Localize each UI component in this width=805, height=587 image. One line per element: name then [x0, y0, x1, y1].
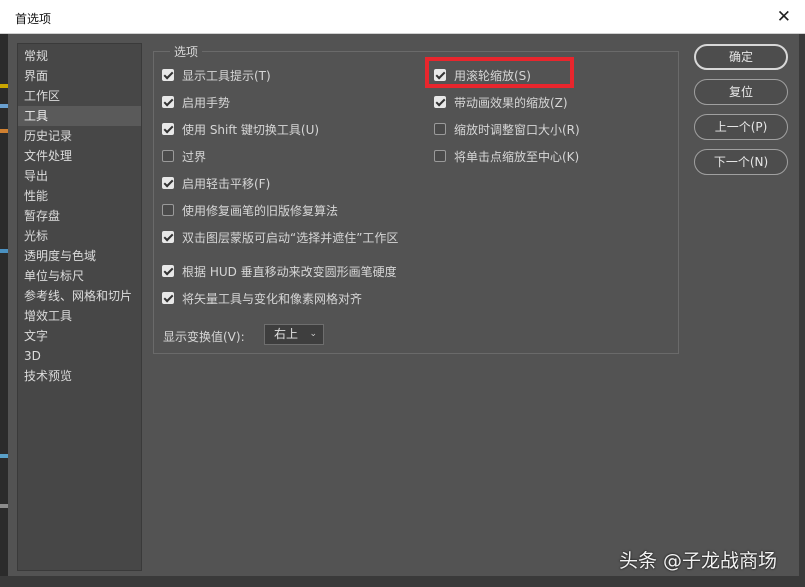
checkbox-box[interactable] — [162, 177, 174, 189]
close-icon[interactable]: ✕ — [777, 7, 791, 27]
checkbox-box[interactable] — [162, 292, 174, 304]
checkbox-label: 将矢量工具与变化和像素网格对齐 — [182, 291, 363, 306]
sidebar-item-interface[interactable]: 界面 — [18, 66, 141, 86]
checkbox-hud-brush-hardness[interactable]: 根据 HUD 垂直移动来改变圆形画笔硬度 — [162, 262, 397, 280]
sidebar-item-tools[interactable]: 工具 — [18, 106, 141, 126]
options-group-label: 选项 — [170, 43, 203, 60]
sidebar-item-performance[interactable]: 性能 — [18, 186, 141, 206]
sidebar-item-history[interactable]: 历史记录 — [18, 126, 141, 146]
checkbox-label: 带动画效果的缩放(Z) — [454, 95, 568, 110]
sidebar-item-plugins[interactable]: 增效工具 — [18, 306, 141, 326]
checkbox-zoom-resize-windows[interactable]: 缩放时调整窗口大小(R) — [434, 120, 580, 138]
checkbox-box[interactable] — [434, 150, 446, 162]
checkbox-animated-zoom[interactable]: 带动画效果的缩放(Z) — [434, 93, 568, 111]
checkbox-label: 启用轻击平移(F) — [182, 176, 271, 191]
background-strip-left — [0, 34, 8, 587]
checkbox-overscroll[interactable]: 过界 — [162, 147, 206, 165]
checkbox-box[interactable] — [162, 123, 174, 135]
checkbox-box[interactable] — [162, 265, 174, 277]
checkbox-box[interactable] — [434, 69, 446, 81]
checkbox-box[interactable] — [162, 231, 174, 243]
background-strip-bottom — [0, 576, 805, 587]
sidebar-item-file-handling[interactable]: 文件处理 — [18, 146, 141, 166]
next-button[interactable]: 下一个(N) — [694, 149, 788, 175]
checkbox-label: 显示工具提示(T) — [182, 68, 271, 83]
checkbox-label: 将单击点缩放至中心(K) — [454, 149, 580, 164]
sidebar-item-export[interactable]: 导出 — [18, 166, 141, 186]
checkbox-shift-switch-tools[interactable]: 使用 Shift 键切换工具(U) — [162, 120, 319, 138]
sidebar-item-units-rulers[interactable]: 单位与标尺 — [18, 266, 141, 286]
transform-values-select[interactable]: 右上 ⌄ — [264, 324, 324, 345]
ok-button[interactable]: 确定 — [694, 44, 788, 70]
checkbox-box[interactable] — [434, 96, 446, 108]
checkbox-label: 使用修复画笔的旧版修复算法 — [182, 203, 339, 218]
checkbox-select-and-mask[interactable]: 双击图层蒙版可启动“选择并遮住”工作区 — [162, 228, 398, 246]
checkbox-box[interactable] — [162, 204, 174, 216]
sidebar-item-3d[interactable]: 3D — [18, 346, 141, 366]
checkbox-snap-vector-tools[interactable]: 将矢量工具与变化和像素网格对齐 — [162, 289, 362, 307]
select-value: 右上 — [274, 327, 299, 341]
title-bar: 首选项 ✕ — [0, 0, 805, 34]
sidebar-item-tech-preview[interactable]: 技术预览 — [18, 366, 141, 386]
sidebar-item-guides-grid[interactable]: 参考线、网格和切片 — [18, 286, 141, 306]
sidebar-item-type[interactable]: 文字 — [18, 326, 141, 346]
checkbox-box[interactable] — [162, 96, 174, 108]
checkbox-enable-gestures[interactable]: 启用手势 — [162, 93, 230, 111]
category-list: 常规 界面 工作区 工具 历史记录 文件处理 导出 性能 暂存盘 光标 透明度与… — [17, 43, 142, 571]
sidebar-item-transparency[interactable]: 透明度与色域 — [18, 246, 141, 266]
checkbox-label: 缩放时调整窗口大小(R) — [454, 122, 580, 137]
checkbox-show-tooltips[interactable]: 显示工具提示(T) — [162, 66, 271, 84]
watermark-text: 头条 @子龙战商场 — [619, 550, 778, 572]
sidebar-item-scratch-disks[interactable]: 暂存盘 — [18, 206, 141, 226]
checkbox-zoom-clicked-point[interactable]: 将单击点缩放至中心(K) — [434, 147, 579, 165]
chevron-down-icon: ⌄ — [309, 329, 317, 339]
checkbox-label: 使用 Shift 键切换工具(U) — [182, 122, 320, 137]
checkbox-legacy-healing[interactable]: 使用修复画笔的旧版修复算法 — [162, 201, 338, 219]
checkbox-label: 过界 — [182, 149, 207, 164]
transform-values-label: 显示变换值(V): — [163, 330, 245, 344]
checkbox-box[interactable] — [162, 69, 174, 81]
checkbox-box[interactable] — [162, 150, 174, 162]
checkbox-label: 启用手势 — [182, 95, 231, 110]
checkbox-flick-panning[interactable]: 启用轻击平移(F) — [162, 174, 270, 192]
sidebar-item-general[interactable]: 常规 — [18, 46, 141, 66]
prev-button[interactable]: 上一个(P) — [694, 114, 788, 140]
checkbox-label: 用滚轮缩放(S) — [454, 68, 531, 83]
checkbox-zoom-with-scroll[interactable]: 用滚轮缩放(S) — [434, 66, 531, 84]
sidebar-item-cursors[interactable]: 光标 — [18, 226, 141, 246]
reset-button[interactable]: 复位 — [694, 79, 788, 105]
checkbox-label: 双击图层蒙版可启动“选择并遮住”工作区 — [182, 230, 399, 245]
sidebar-item-workspace[interactable]: 工作区 — [18, 86, 141, 106]
checkbox-box[interactable] — [434, 123, 446, 135]
checkbox-label: 根据 HUD 垂直移动来改变圆形画笔硬度 — [182, 264, 397, 279]
preferences-dialog: 首选项 ✕ 常规 界面 工作区 工具 历史记录 文件处理 导出 性能 暂存盘 光… — [0, 0, 805, 587]
background-strip-right — [799, 34, 805, 587]
window-title: 首选项 — [15, 12, 52, 26]
